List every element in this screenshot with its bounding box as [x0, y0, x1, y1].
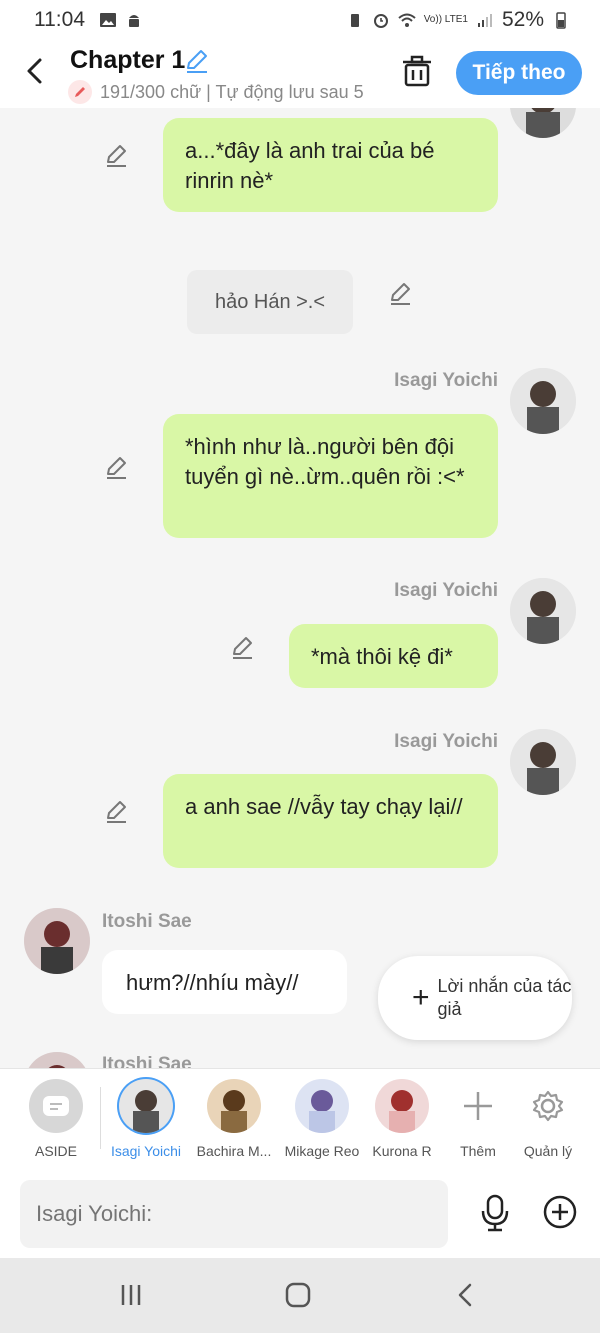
- recent-apps-icon[interactable]: [116, 1280, 146, 1310]
- editor-header: Chapter 1 191/300 chữ | Tự động lưu sau …: [0, 40, 600, 108]
- sender-name: Itoshi Sae: [102, 911, 192, 932]
- signal-icon: [477, 14, 492, 27]
- edit-title-icon[interactable]: [184, 48, 210, 74]
- aside-bubble[interactable]: hảo Hán >.<: [187, 270, 353, 334]
- character-bar: ASIDE Isagi Yoichi Bachira M... Mikage R…: [0, 1068, 600, 1170]
- author-note-label: Lời nhắn của tác giả: [437, 976, 572, 1019]
- divider: [100, 1087, 101, 1149]
- word-count-text: 191/300 chữ | Tự động lưu sau 5: [100, 81, 364, 102]
- avatar[interactable]: [24, 1052, 90, 1068]
- message-bubble[interactable]: a anh sae //vẫy tay chạy lại//: [163, 774, 498, 868]
- avatar: [375, 1079, 429, 1133]
- avatar[interactable]: [24, 908, 90, 974]
- character-aside[interactable]: ASIDE: [13, 1079, 99, 1159]
- avatar: [295, 1079, 349, 1133]
- system-nav-bar: [0, 1258, 600, 1333]
- character-label: Isagi Yoichi: [110, 1143, 182, 1159]
- plus-icon: +: [412, 981, 430, 1014]
- edit-message-icon[interactable]: [104, 142, 130, 168]
- back-icon[interactable]: [451, 1280, 481, 1310]
- message-bubble[interactable]: hưm?//nhíu mày//: [102, 950, 347, 1014]
- sender-name: Itoshi Sae: [102, 1054, 192, 1068]
- android-icon: [129, 15, 139, 27]
- battery-percent: 52%: [501, 8, 544, 31]
- avatar: [119, 1079, 173, 1133]
- status-time: 11:04: [34, 8, 85, 31]
- home-icon[interactable]: [283, 1280, 313, 1310]
- character-label: Kurona R: [372, 1143, 432, 1159]
- edit-message-icon[interactable]: [104, 798, 130, 824]
- character-label: ASIDE: [34, 1143, 77, 1159]
- word-count-status: 191/300 chữ | Tự động lưu sau 5: [68, 80, 378, 104]
- character-isagi[interactable]: Isagi Yoichi: [103, 1079, 189, 1159]
- microphone-icon[interactable]: [478, 1194, 512, 1232]
- author-note-button[interactable]: + Lời nhắn của tác giả: [378, 956, 572, 1040]
- plus-icon: [451, 1079, 505, 1133]
- wifi-icon: [398, 13, 416, 27]
- edit-message-icon[interactable]: [388, 280, 414, 306]
- character-kurona[interactable]: Kurona R: [359, 1079, 445, 1159]
- sender-name: Isagi Yoichi: [394, 580, 498, 601]
- avatar[interactable]: [510, 578, 576, 644]
- aside-icon: [29, 1079, 83, 1133]
- status-bar: 11:04 Vo)) LTE1 52%: [0, 0, 600, 40]
- avatar[interactable]: [510, 368, 576, 434]
- character-label: Bachira M...: [196, 1143, 272, 1159]
- alarm-icon: [373, 14, 388, 28]
- network-label: Vo)) LTE1: [423, 14, 468, 25]
- avatar[interactable]: [510, 108, 576, 138]
- message-bubble[interactable]: *mà thôi kệ đi*: [289, 624, 498, 688]
- sender-name: Isagi Yoichi: [394, 731, 498, 752]
- input-bar: [0, 1170, 600, 1258]
- message-input[interactable]: [20, 1180, 448, 1248]
- trash-icon[interactable]: [400, 54, 434, 88]
- lock-battery-icon: [350, 14, 359, 27]
- add-circle-icon[interactable]: [542, 1194, 578, 1230]
- message-bubble[interactable]: a...*đây là anh trai của bé rinrin nè*: [163, 118, 498, 212]
- back-arrow-icon[interactable]: [20, 54, 50, 88]
- chapter-title: Chapter 1: [70, 46, 186, 74]
- battery-icon: [556, 12, 566, 29]
- avatar[interactable]: [510, 729, 576, 795]
- next-button[interactable]: Tiếp theo: [456, 51, 582, 95]
- sender-name: Isagi Yoichi: [394, 370, 498, 391]
- edit-message-icon[interactable]: [230, 634, 256, 660]
- pencil-icon: [68, 80, 92, 104]
- gallery-icon: [100, 13, 116, 27]
- avatar: [207, 1079, 261, 1133]
- gear-icon: [521, 1079, 575, 1133]
- message-bubble[interactable]: *hình như là..người bên đội tuyển gì nè.…: [163, 414, 498, 538]
- chat-area[interactable]: a...*đây là anh trai của bé rinrin nè* h…: [0, 108, 600, 1068]
- character-mikage[interactable]: Mikage Reo: [279, 1079, 365, 1159]
- edit-message-icon[interactable]: [104, 454, 130, 480]
- character-bachira[interactable]: Bachira M...: [191, 1079, 277, 1159]
- manage-characters-button[interactable]: Quản lý: [505, 1079, 591, 1159]
- character-label: Quản lý: [523, 1143, 573, 1159]
- character-label: Mikage Reo: [284, 1143, 360, 1159]
